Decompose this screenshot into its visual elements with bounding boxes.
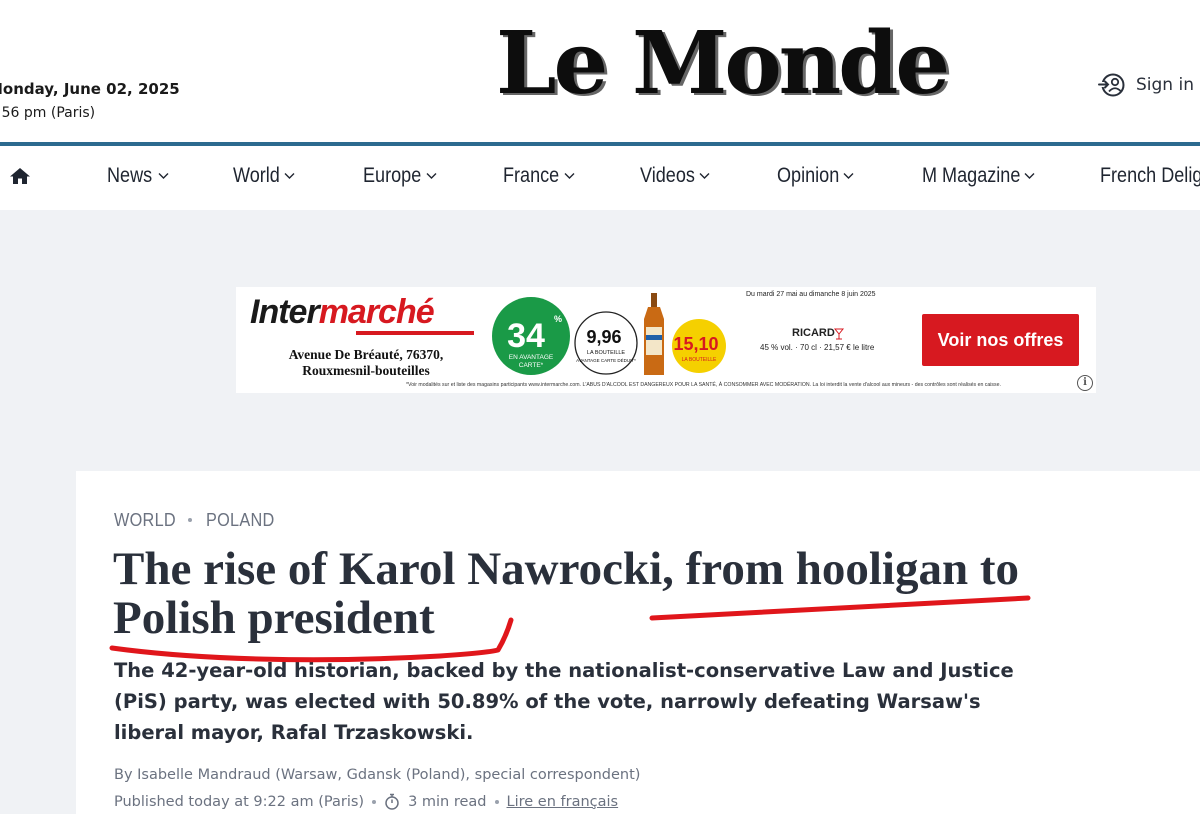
le-monde-logo[interactable]: Le Monde — [496, 14, 950, 114]
ad-shelf-price: 15,10 — [673, 334, 718, 354]
chevron-down-icon — [426, 173, 437, 179]
nav-item-europe[interactable]: Europe — [363, 164, 437, 188]
kicker-topic-link[interactable]: POLAND — [206, 509, 275, 531]
nav-item-news[interactable]: News — [107, 164, 169, 188]
ad-info-icon[interactable]: i — [1077, 375, 1093, 391]
chevron-down-icon — [564, 173, 575, 179]
meta-separator — [372, 799, 377, 804]
published-time: Published today at 9:22 am (Paris) — [114, 793, 365, 810]
glass-icon — [833, 328, 845, 340]
sign-in-button[interactable]: Sign in — [1098, 72, 1194, 98]
article-standfirst: The 42-year-old historian, backed by the… — [114, 659, 1014, 744]
article-header: WORLD POLAND The rise of Karol Nawrocki,… — [76, 471, 1200, 814]
nav-label: World — [233, 164, 280, 187]
nav-item-world[interactable]: World — [233, 164, 295, 188]
home-button[interactable] — [9, 166, 31, 191]
ricard-bottle-image — [644, 293, 664, 375]
nav-label: News — [107, 164, 153, 187]
nav-label: M Magazine — [922, 164, 1021, 187]
nav-item-france[interactable]: France — [503, 164, 575, 188]
nav-label: Videos — [640, 164, 695, 187]
ad-card-price-caption: LA BOUTEILLE — [587, 350, 626, 356]
chevron-down-icon — [1024, 173, 1035, 179]
nav-label: French Delights — [1100, 164, 1200, 187]
date-block: Monday, June 02, 2025 3:56 pm (Paris) — [0, 80, 180, 121]
ad-product-details: 45 % vol. · 70 cl · 21,57 € le litre — [760, 343, 875, 352]
article-meta: Published today at 9:22 am (Paris) 3 min… — [114, 793, 618, 810]
breadcrumb: WORLD POLAND — [114, 509, 284, 531]
kicker-section-link[interactable]: WORLD — [114, 509, 176, 531]
main-navigation: News World Europe France Videos Opinion … — [0, 146, 1200, 210]
ad-fine-print: *Voir modalités sur et liste des magasin… — [406, 382, 1001, 388]
ad-discount-caption2: CARTE* — [519, 362, 544, 369]
ad-cta-button[interactable]: Voir nos offres — [922, 314, 1079, 366]
nav-item-videos[interactable]: Videos — [640, 164, 710, 188]
current-time: 3:56 pm (Paris) — [0, 105, 96, 121]
chevron-down-icon — [284, 173, 295, 179]
ad-discount-caption1: EN AVANTAGE — [509, 354, 554, 361]
french-version-link[interactable]: Lire en français — [507, 794, 619, 810]
home-icon — [9, 168, 31, 190]
sign-in-icon — [1098, 72, 1126, 98]
chevron-down-icon — [158, 173, 169, 179]
chevron-down-icon — [699, 173, 710, 179]
meta-separator — [494, 799, 499, 804]
nav-label: Opinion — [777, 164, 840, 187]
nav-item-opinion[interactable]: Opinion — [777, 164, 854, 188]
ad-dates: Du mardi 27 mai au dimanche 8 juin 2025 — [746, 291, 876, 298]
read-time: 3 min read — [408, 793, 487, 810]
ad-discount-unit: % — [554, 314, 562, 324]
article-byline: By Isabelle Mandraud (Warsaw, Gdansk (Po… — [114, 767, 641, 783]
chevron-down-icon — [843, 173, 854, 179]
ad-card-price-caption2: AVANTAGE CARTE DÉDUIT* — [576, 357, 636, 363]
stopwatch-icon — [385, 793, 399, 810]
nav-item-french-delights[interactable]: French Delights — [1100, 164, 1200, 188]
ad-shelf-price-caption: LA BOUTEILLE — [682, 357, 717, 363]
ad-product-name: RICARD — [792, 327, 835, 339]
nav-item-m-magazine[interactable]: M Magazine — [922, 164, 1035, 188]
article-headline: The rise of Karol Nawrocki, from hooliga… — [113, 543, 1020, 644]
masthead: Monday, June 02, 2025 3:56 pm (Paris) Le… — [0, 0, 1200, 142]
ad-discount-pct: 34 — [507, 317, 545, 355]
sign-in-label: Sign in — [1136, 75, 1194, 95]
nav-label: Europe — [363, 164, 422, 187]
advertisement-banner[interactable]: Intermarché Avenue De Bréauté, 76370, Ro… — [236, 287, 1096, 393]
ad-card-price: 9,96 — [586, 327, 621, 347]
nav-label: France — [503, 164, 560, 187]
current-date: Monday, June 02, 2025 — [0, 80, 180, 98]
kicker-separator — [188, 518, 193, 522]
